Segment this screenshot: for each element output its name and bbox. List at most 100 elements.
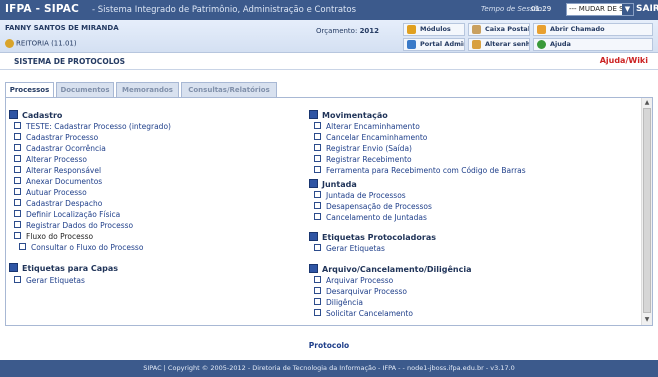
scroll-up-icon[interactable]: ▲ (642, 98, 652, 108)
menu-item-label: Alterar Responsável (26, 166, 102, 175)
bullet-icon (14, 199, 21, 206)
bullet-icon (314, 191, 321, 198)
menu-item-label: Definir Localização Física (26, 210, 121, 219)
section-icon (9, 110, 18, 119)
help-icon (537, 40, 546, 49)
section-title: Etiquetas para Capas (22, 264, 119, 273)
menu-item-label: Desarquivar Processo (326, 287, 407, 296)
bullet-icon (314, 144, 321, 151)
unit-icon (5, 39, 14, 48)
section-title: Arquivo/Cancelamento/Diligência (322, 265, 472, 274)
help-button[interactable]: Ajuda (533, 38, 653, 51)
module-link-protocolo[interactable]: Protocolo (0, 341, 658, 350)
tab-documentos[interactable]: Documentos (56, 82, 114, 97)
modules-button[interactable]: Módulos (403, 23, 465, 36)
menu-item[interactable]: Juntada de Processos (314, 191, 406, 200)
menu-panel: Cadastro TESTE: Cadastrar Processo (inte… (5, 97, 653, 326)
bullet-icon (14, 221, 21, 228)
menu-item[interactable]: TESTE: Cadastrar Processo (integrado) (14, 122, 171, 131)
section-arquivo: Arquivo/Cancelamento/Diligência (309, 264, 472, 274)
user-unit: REITORIA (11.01) (5, 39, 77, 48)
menu-item-label: Diligência (326, 298, 363, 307)
menu-item-label: Registrar Dados do Processo (26, 221, 134, 230)
logout-link[interactable]: SAIR (636, 4, 658, 14)
menu-item[interactable]: Alterar Responsável (14, 166, 101, 175)
menu-item[interactable]: Alterar Encaminhamento (314, 122, 420, 131)
menu-item-label: Cadastrar Processo (26, 133, 99, 142)
tab-consultas-relatorios[interactable]: Consultas/Relatórios (181, 82, 277, 97)
menu-item[interactable]: Desapensação de Processos (314, 202, 432, 211)
bullet-icon (14, 155, 21, 162)
menu-item[interactable]: Alterar Processo (14, 155, 87, 164)
bullet-icon (14, 232, 21, 239)
menu-item[interactable]: Definir Localização Física (14, 210, 120, 219)
section-title: Cadastro (22, 111, 63, 120)
menu-item[interactable]: Solicitar Cancelamento (314, 309, 413, 318)
change-password-label: Alterar senha (485, 40, 530, 48)
menu-item[interactable]: Desarquivar Processo (314, 287, 407, 296)
vertical-scrollbar[interactable]: ▲ ▼ (641, 98, 652, 325)
menu-item[interactable]: Cadastrar Despacho (14, 199, 102, 208)
modules-icon (407, 25, 416, 34)
menu-item[interactable]: Cadastrar Ocorrência (14, 144, 106, 153)
menu-item[interactable]: Cadastrar Processo (14, 133, 98, 142)
section-icon (309, 179, 318, 188)
scrollbar-thumb[interactable] (643, 108, 651, 313)
menu-item[interactable]: Arquivar Processo (314, 276, 393, 285)
bullet-icon (314, 155, 321, 162)
session-time: 01:29 (531, 5, 552, 13)
open-ticket-button[interactable]: Abrir Chamado (533, 23, 653, 36)
section-title: Juntada (322, 180, 357, 189)
system-select[interactable]: --- MUDAR DE SISTEMA --- ▼ (566, 3, 634, 16)
bullet-icon (314, 122, 321, 129)
menu-item-label: Arquivar Processo (326, 276, 394, 285)
chevron-down-icon[interactable]: ▼ (622, 4, 633, 15)
menu-item[interactable]: Cancelar Encaminhamento (314, 133, 427, 142)
section-etiquetas-protocoladoras: Etiquetas Protocoladoras (309, 232, 436, 242)
scroll-down-icon[interactable]: ▼ (642, 315, 652, 325)
section-icon (309, 232, 318, 241)
bullet-icon (314, 244, 321, 251)
portal-admin-button[interactable]: Portal Admin. (403, 38, 465, 51)
menu-item[interactable]: Registrar Dados do Processo (14, 221, 133, 230)
bullet-icon (314, 276, 321, 283)
menu-item-label: Cadastrar Despacho (26, 199, 103, 208)
menu-item-label: Alterar Processo (26, 155, 87, 164)
bullet-icon (14, 133, 21, 140)
menu-item[interactable]: Registrar Envio (Saída) (314, 144, 412, 153)
bullet-icon (14, 276, 21, 283)
tab-processos[interactable]: Processos (5, 82, 54, 98)
budget-label: Orçamento: (316, 27, 358, 35)
user-name: FANNY SANTOS DE MIRANDA (5, 24, 119, 32)
menu-item-label: Ferramenta para Recebimento com Código d… (326, 166, 526, 175)
help-wiki-link[interactable]: Ajuda/Wiki (600, 56, 648, 65)
help-label: Ajuda (550, 40, 571, 48)
change-password-button[interactable]: Alterar senha (468, 38, 530, 51)
app-title: IFPA - SIPAC (5, 3, 80, 15)
mailbox-button[interactable]: Caixa Postal (468, 23, 530, 36)
bullet-icon (19, 243, 26, 250)
bullet-icon (314, 202, 321, 209)
system-header: SISTEMA DE PROTOCOLOS Ajuda/Wiki (0, 53, 658, 70)
section-etiquetas-capas: Etiquetas para Capas (9, 263, 118, 273)
section-title: Movimentação (322, 111, 388, 120)
menu-item-label: Desapensação de Processos (326, 202, 432, 211)
section-cadastro: Cadastro (9, 110, 62, 120)
menu-item[interactable]: Anexar Documentos (14, 177, 102, 186)
menu-item[interactable]: Gerar Etiquetas (314, 244, 385, 253)
portal-admin-label: Portal Admin. (420, 40, 464, 48)
menu-item[interactable]: Autuar Processo (14, 188, 87, 197)
menu-item[interactable]: Registrar Recebimento (314, 155, 412, 164)
menu-item-label: Juntada de Processos (326, 191, 406, 200)
menu-item[interactable]: Ferramenta para Recebimento com Código d… (314, 166, 526, 175)
menu-item[interactable]: Gerar Etiquetas (14, 276, 85, 285)
menu-item-label: Cancelamento de Juntadas (326, 213, 427, 222)
unit-label: REITORIA (11.01) (16, 39, 77, 48)
bullet-icon (14, 122, 21, 129)
menu-item-label: Autuar Processo (26, 188, 87, 197)
menu-item[interactable]: Diligência (314, 298, 363, 307)
budget-year: 2012 (359, 27, 380, 35)
tab-memorandos[interactable]: Memorandos (116, 82, 179, 97)
menu-item[interactable]: Consultar o Fluxo do Processo (19, 243, 143, 252)
menu-item[interactable]: Cancelamento de Juntadas (314, 213, 427, 222)
